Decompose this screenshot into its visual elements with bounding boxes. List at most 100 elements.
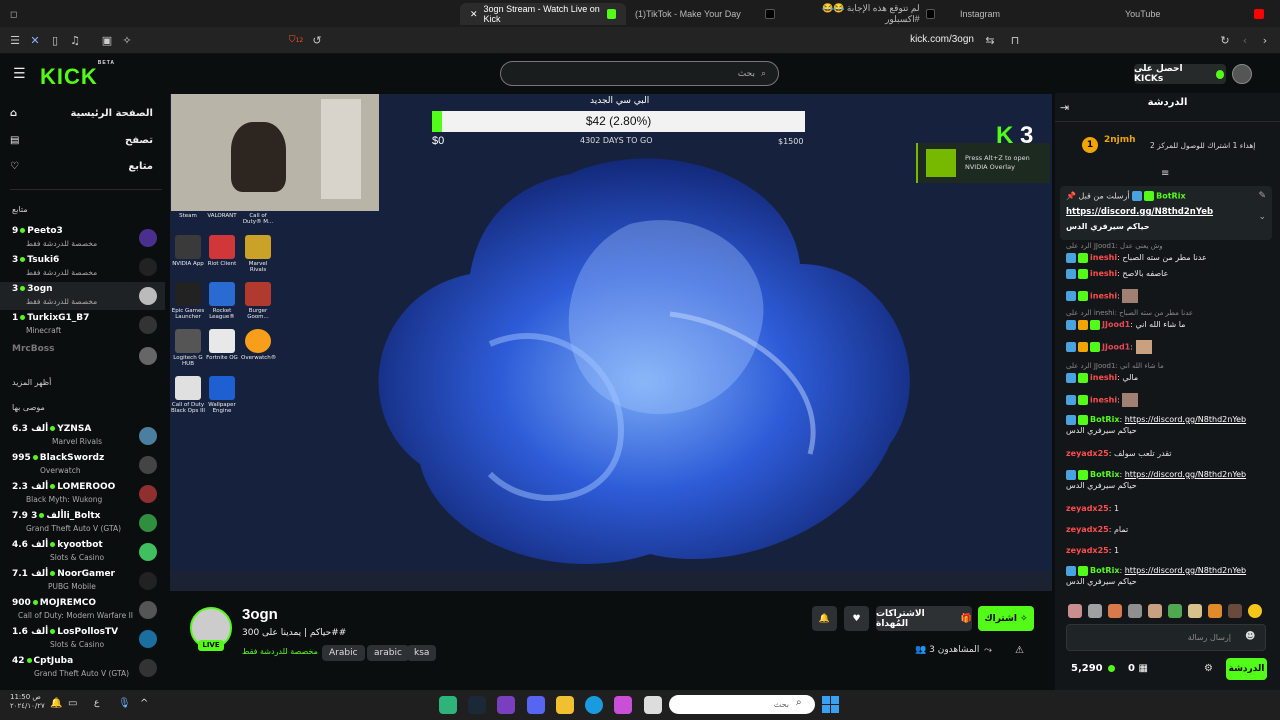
emote-icon[interactable] — [1108, 604, 1122, 618]
tab-instagram[interactable]: Instagram — [950, 3, 1110, 25]
share-icon[interactable]: ⤳ — [984, 645, 992, 656]
battery-icon[interactable]: ▭ — [68, 698, 77, 709]
bookmark-icon[interactable]: ⊓ — [1008, 33, 1022, 47]
copilot-icon[interactable] — [614, 696, 632, 714]
tag-chip[interactable]: arabic — [367, 645, 409, 661]
close-tab-icon[interactable]: ✕ — [470, 9, 478, 20]
sidebar-channel[interactable]: 900 MOJREMCO Call of Duty: Modern Warfare… — [0, 596, 165, 624]
notifications-icon[interactable]: 🔔 — [50, 698, 62, 709]
emote-icon[interactable] — [1128, 604, 1142, 618]
chat-username[interactable]: ineshi — [1090, 269, 1117, 278]
screenshot-icon[interactable]: ▣ — [100, 33, 114, 47]
chat-username[interactable]: JJood1 — [1102, 320, 1130, 329]
sidebar-toggle-icon[interactable]: ▯ — [48, 33, 62, 47]
sidebar-channel[interactable]: 995 BlackSwordz Overwatch — [0, 451, 165, 479]
sidebar-channel[interactable]: 42 CptJuba Grand Theft Auto V (GTA) — [0, 654, 165, 682]
window-menu-icon[interactable]: ◻ — [0, 3, 30, 25]
brave-shield-icon[interactable]: ⛉ 12 — [286, 33, 306, 47]
channel-points[interactable]: 5,290 — [1071, 663, 1117, 674]
filter-icon[interactable]: ≡ — [1161, 168, 1169, 179]
chat-link[interactable]: https://discord.gg/N8thd2nYeb — [1125, 470, 1246, 479]
address-bar[interactable]: kick.com/3ogn — [910, 34, 974, 45]
unpin-icon[interactable]: ✎ — [1258, 191, 1266, 201]
pinned-username[interactable]: BotRix — [1156, 192, 1185, 201]
emote-icon[interactable] — [1148, 604, 1162, 618]
music-icon[interactable]: ♫ — [68, 33, 82, 47]
tab-youtube[interactable]: YouTube — [1115, 3, 1275, 25]
chat-username[interactable]: BotRix — [1090, 470, 1119, 479]
subscribe-button[interactable]: اشتراك ✧ — [978, 606, 1034, 631]
tab-kick[interactable]: ✕ 3ogn Stream - Watch Live on Kick — [460, 3, 626, 25]
chat-username[interactable]: zeyadx25 — [1066, 504, 1109, 513]
chat-username[interactable]: BotRix — [1090, 415, 1119, 424]
discord-icon[interactable] — [527, 696, 545, 714]
sidebar-channel-active[interactable]: 3 3ogn مخصصة للدردشة فقط — [0, 282, 165, 310]
microphone-icon[interactable]: 🎙 — [118, 698, 131, 709]
emote-icon[interactable] — [1208, 604, 1222, 618]
chat-input[interactable]: إرسال رسالة — [1066, 624, 1266, 651]
reload-icon[interactable]: ↻ — [1218, 33, 1232, 47]
language-indicator[interactable]: ع — [94, 698, 99, 708]
nav-browse[interactable]: ▤ تصفح — [10, 135, 153, 146]
sidebar-channel[interactable]: 1 TurkixG1_B7 Minecraft — [0, 311, 165, 339]
chevron-down-icon[interactable]: ⌄ — [1258, 212, 1266, 222]
chat-username[interactable]: ineshi — [1090, 373, 1117, 382]
extensions-icon[interactable]: ✧ — [120, 33, 134, 47]
pinned-link[interactable]: https://discord.gg/N8thd2nYeb — [1066, 207, 1213, 217]
notifications-button[interactable]: 🔔 — [812, 606, 837, 631]
emote-icon[interactable] — [1088, 604, 1102, 618]
chat-username[interactable]: ineshi — [1090, 396, 1117, 405]
app-icon-kick[interactable] — [439, 696, 457, 714]
gift-subs-button[interactable]: الاشتراكات المُهداة 🎁 — [876, 606, 972, 631]
nav-following[interactable]: ♡ متابع — [10, 161, 153, 172]
user-avatar[interactable] — [1232, 64, 1252, 84]
sidebar-channel[interactable]: 9 Peeto3 مخصصة للدردشة فقط — [0, 224, 165, 252]
follow-button[interactable]: ♥ — [844, 606, 869, 631]
file-explorer-icon[interactable] — [556, 696, 574, 714]
emote-icon[interactable] — [1168, 604, 1182, 618]
settings-icon[interactable]: ⚙ — [1204, 663, 1213, 674]
menu-icon[interactable]: ☰ — [8, 33, 22, 47]
chat-username[interactable]: ineshi — [1090, 253, 1117, 262]
emoji-icon[interactable]: ☻ — [1245, 631, 1255, 642]
get-kicks-button[interactable]: احصل على KICKs — [1134, 64, 1226, 84]
sidebar-channel[interactable]: 4.6 ألف kyootbot Slots & Casino — [0, 538, 165, 566]
chat-username[interactable]: zeyadx25 — [1066, 525, 1109, 534]
top-gifter-name[interactable]: 2njmh — [1104, 135, 1136, 145]
windows-search-input[interactable]: بحث — [669, 695, 815, 714]
tab-tiktok[interactable]: (1)TikTok - Make Your Day — [625, 3, 785, 25]
sidebar-channel[interactable]: 3 Tsuki6 مخصصة للدردشة فقط — [0, 253, 165, 281]
stream-category[interactable]: مخصصة للدردشة فقط — [242, 647, 318, 656]
chat-link[interactable]: https://discord.gg/N8thd2nYeb — [1125, 415, 1246, 424]
sidebar-channel[interactable]: 1.6 ألف LosPollosTV Slots & Casino — [0, 625, 165, 653]
sidebar-channel[interactable]: 7.1 ألف NoorGamer PUBG Mobile — [0, 567, 165, 595]
chat-username[interactable]: zeyadx25 — [1066, 449, 1109, 458]
chat-username[interactable]: BotRix — [1090, 566, 1119, 575]
show-more-link[interactable]: أظهر المزيد — [12, 378, 51, 387]
sidebar-channel-offline[interactable]: MrcBoss — [0, 342, 165, 370]
emote-icon[interactable] — [1188, 604, 1202, 618]
back-icon[interactable]: ‹ — [1238, 33, 1252, 47]
forward-icon[interactable]: › — [1258, 33, 1272, 47]
sidebar-channel[interactable]: 7.9 ألف3li_Boltx Grand Theft Auto V (GTA… — [0, 509, 165, 537]
emote-icon[interactable] — [1068, 604, 1082, 618]
chat-send-button[interactable]: الدردشة — [1226, 658, 1267, 680]
tab-tiktok-video[interactable]: لم تتوقع هذه الإجابة 😂😂 #اكسبلور — [785, 3, 945, 25]
kicks-balance[interactable]: 0 ▦ — [1128, 663, 1148, 674]
hamburger-icon[interactable]: ☰ — [13, 66, 26, 82]
app-icon[interactable] — [644, 696, 662, 714]
sidebar-channel[interactable]: 2.3 ألف LOMEROOO Black Myth: Wukong — [0, 480, 165, 508]
steam-icon[interactable] — [468, 696, 486, 714]
nav-home[interactable]: ⌂ الصفحة الرئيسية — [10, 108, 153, 119]
reader-mode-icon[interactable]: ⇆ — [983, 33, 997, 47]
tag-chip[interactable]: Arabic — [322, 645, 365, 661]
app-icon[interactable] — [497, 696, 515, 714]
close-icon[interactable]: ✕ — [28, 33, 42, 47]
sidebar-channel[interactable]: 6.3 ألف YZNSA Marvel Rivals — [0, 422, 165, 450]
kick-logo[interactable]: KICKBETA — [40, 60, 115, 90]
emote-icon[interactable] — [1248, 604, 1262, 618]
streamer-name[interactable]: 3ogn — [242, 606, 278, 623]
search-input[interactable]: بحث ⌕ — [500, 61, 779, 86]
windows-start-icon[interactable] — [822, 696, 839, 713]
clock[interactable]: 11:50 ص ٢٠٢٤/١٠/٢٧ — [10, 693, 45, 711]
